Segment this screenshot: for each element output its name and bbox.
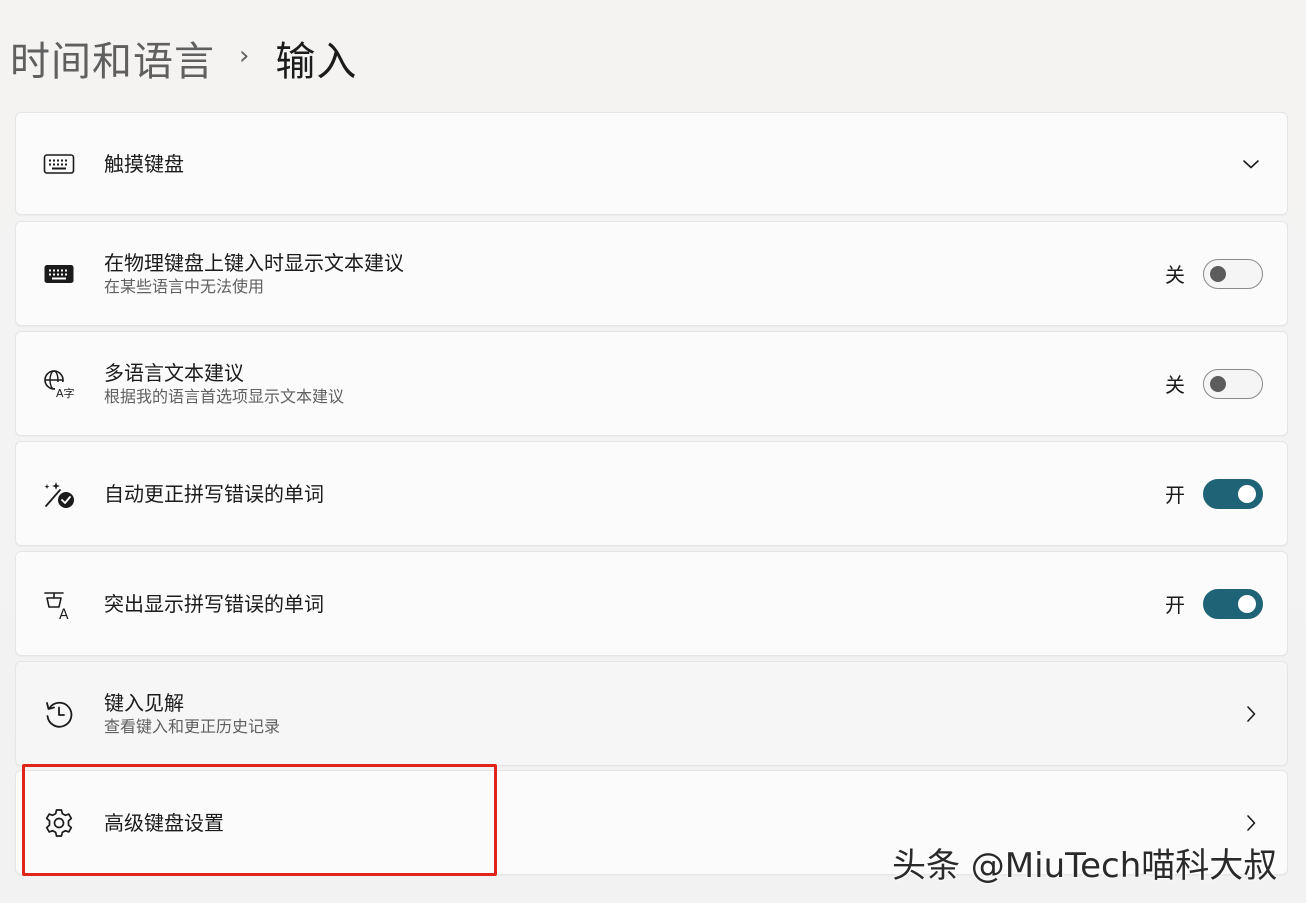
setting-title: 触摸键盘 [104, 151, 184, 176]
setting-hardware-text-suggestions: 在物理键盘上键入时显示文本建议 在某些语言中无法使用 关 [15, 221, 1288, 326]
toggle-switch[interactable] [1203, 258, 1263, 289]
setting-title: 突出显示拼写错误的单词 [104, 591, 324, 616]
toggle-switch[interactable] [1203, 588, 1263, 619]
breadcrumb: 时间和语言 › 输入 [10, 30, 357, 86]
setting-title: 在物理键盘上键入时显示文本建议 [104, 250, 404, 275]
spellcheck-icon: A [42, 587, 76, 621]
svg-text:A字: A字 [56, 386, 75, 400]
setting-description: 根据我的语言首选项显示文本建议 [104, 386, 345, 406]
keyboard-filled-icon [42, 257, 76, 291]
chevron-down-icon[interactable] [1241, 154, 1261, 174]
autocorrect-icon [42, 477, 76, 511]
toggle-state-label: 开 [1165, 483, 1185, 507]
toggle-knob [1210, 375, 1226, 392]
annotation-highlight-box [22, 764, 497, 876]
svg-text:A: A [59, 607, 69, 620]
toggle-state-label: 关 [1165, 373, 1185, 397]
watermark-text: 头条 @MiuTech喵科大叔 [892, 846, 1278, 886]
history-icon [42, 697, 76, 731]
chevron-right-icon: › [239, 41, 250, 71]
setting-description: 在某些语言中无法使用 [104, 276, 265, 296]
setting-typing-insights[interactable]: 键入见解 查看键入和更正历史记录 [15, 661, 1288, 766]
setting-touch-keyboard[interactable]: 触摸键盘 [15, 112, 1288, 215]
setting-multilingual-text-suggestions: A字 多语言文本建议 根据我的语言首选项显示文本建议 关 [15, 331, 1288, 436]
toggle-state-label: 关 [1165, 263, 1185, 287]
setting-highlight-misspelled: A 突出显示拼写错误的单词 开 [15, 551, 1288, 656]
toggle-knob [1238, 594, 1256, 613]
chevron-right-icon [1241, 813, 1261, 833]
setting-title: 自动更正拼写错误的单词 [104, 481, 324, 506]
toggle-switch[interactable] [1203, 368, 1263, 399]
translate-icon: A字 [42, 367, 76, 401]
setting-title: 键入见解 [104, 690, 184, 715]
keyboard-outline-icon [42, 147, 76, 181]
chevron-right-icon [1241, 704, 1261, 724]
setting-description: 查看键入和更正历史记录 [104, 716, 281, 736]
setting-title: 多语言文本建议 [104, 360, 244, 385]
setting-autocorrect: 自动更正拼写错误的单词 开 [15, 441, 1288, 546]
breadcrumb-parent-link[interactable]: 时间和语言 [10, 29, 215, 87]
toggle-switch[interactable] [1203, 478, 1263, 509]
toggle-knob [1210, 265, 1226, 282]
toggle-state-label: 开 [1165, 593, 1185, 617]
toggle-knob [1238, 484, 1256, 503]
page-title: 输入 [275, 39, 358, 85]
